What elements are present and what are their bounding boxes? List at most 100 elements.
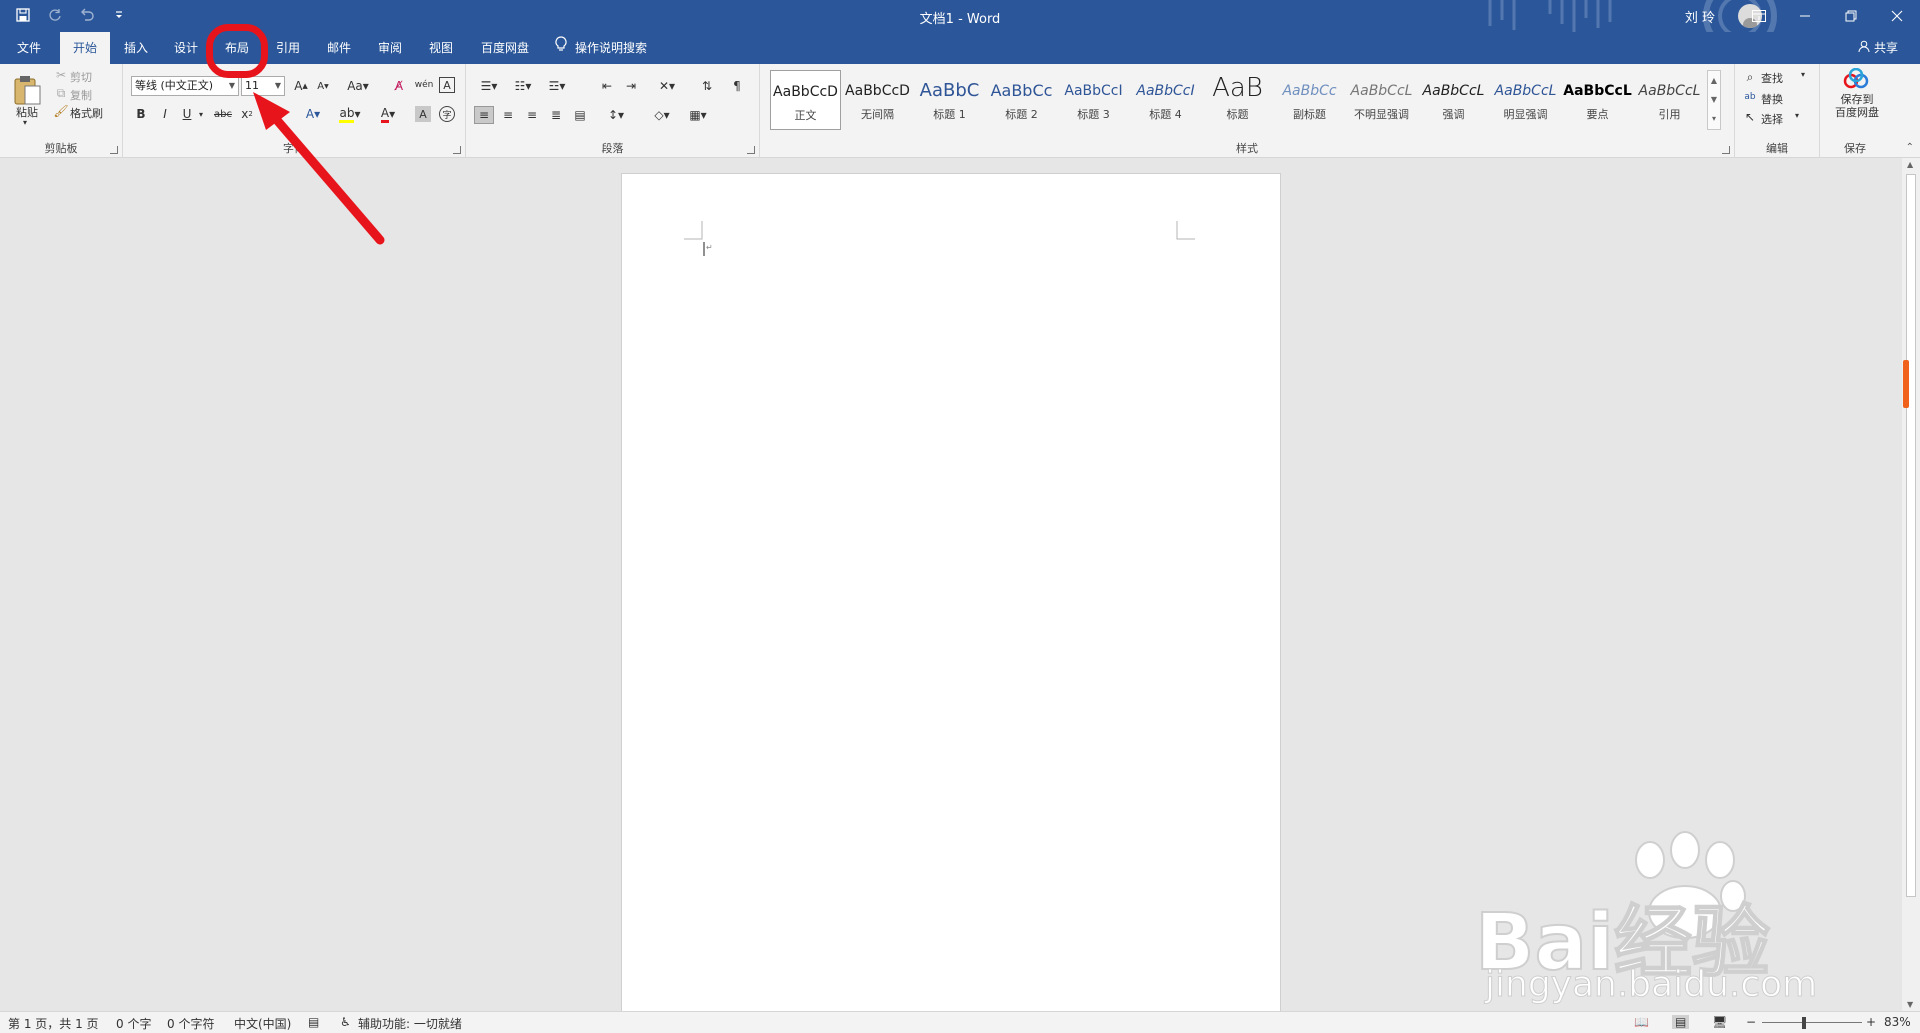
style-subtitle[interactable]: AaBbCc 副标题: [1274, 70, 1345, 130]
style-intense-emphasis[interactable]: AaBbCcL 明显强调: [1490, 70, 1561, 130]
borders-icon[interactable]: ▦▾: [684, 106, 712, 124]
watermark-url: jingyan.baidu.com: [1484, 964, 1818, 1006]
styles-launcher-icon[interactable]: [1722, 146, 1730, 154]
status-words[interactable]: 0 个字: [116, 1015, 151, 1032]
style-quote[interactable]: AaBbCcL 引用: [1634, 70, 1705, 130]
zoom-out-icon[interactable]: −: [1746, 1015, 1756, 1029]
macro-record-icon[interactable]: ▤: [308, 1015, 319, 1029]
select-dropdown-icon[interactable]: ▾: [1795, 111, 1799, 120]
style-name: 明显强调: [1503, 108, 1548, 121]
style-sample: AaBbCcI: [1064, 83, 1123, 99]
vertical-scrollbar[interactable]: ▲ ▼: [1902, 158, 1920, 1011]
style-name: 正文: [794, 109, 817, 122]
scroll-up-icon[interactable]: ▲: [1907, 160, 1913, 169]
style-heading-2[interactable]: AaBbCc 标题 2: [986, 70, 1057, 130]
window-controls: [1736, 0, 1920, 32]
multilevel-list-icon[interactable]: ☲▾: [544, 78, 570, 94]
align-center-icon[interactable]: ≡: [498, 106, 518, 124]
paragraph-group-label: 段落: [601, 142, 624, 155]
save-to-netdisk-button[interactable]: 保存到 百度网盘: [1828, 93, 1886, 119]
style-heading-3[interactable]: AaBbCcI 标题 3: [1058, 70, 1129, 130]
style-normal[interactable]: AaBbCcD 正文: [770, 70, 841, 130]
find-icon: ⌕: [1746, 69, 1754, 84]
style-sample: AaBbCcL: [1422, 83, 1485, 99]
style-strong[interactable]: AaBbCcL 要点: [1562, 70, 1633, 130]
select-button[interactable]: 选择: [1761, 111, 1783, 127]
minimize-icon[interactable]: [1782, 0, 1828, 32]
align-right-icon[interactable]: ≡: [522, 106, 542, 124]
align-left-icon[interactable]: ≡: [474, 106, 494, 124]
enclose-characters-icon[interactable]: 字: [439, 106, 455, 122]
increase-indent-icon[interactable]: ⇥: [622, 78, 640, 94]
collapse-ribbon-icon[interactable]: ⌃: [1906, 142, 1914, 153]
style-sample: AaBbCcL: [1563, 83, 1632, 99]
find-button[interactable]: 查找: [1761, 70, 1783, 86]
tab-view[interactable]: 视图: [419, 32, 463, 64]
zoom-slider[interactable]: [1762, 1022, 1862, 1023]
font-launcher-icon[interactable]: [453, 146, 461, 154]
save-group: 保存到 百度网盘 保存: [1820, 64, 1890, 158]
show-marks-icon[interactable]: ¶: [728, 78, 746, 94]
user-name[interactable]: 刘 玲: [1685, 7, 1715, 26]
ribbon-display-icon[interactable]: [1736, 0, 1782, 32]
status-accessibility[interactable]: 辅助功能: 一切就绪: [358, 1015, 462, 1032]
style-no-spacing[interactable]: AaBbCcD 无间隔: [842, 70, 913, 130]
justify-icon[interactable]: ≣: [546, 106, 566, 124]
style-heading-4[interactable]: AaBbCcI 标题 4: [1130, 70, 1201, 130]
status-page[interactable]: 第 1 页，共 1 页: [8, 1015, 99, 1032]
style-sample: AaBbCcI: [1136, 83, 1195, 99]
numbering-icon[interactable]: ☷▾: [510, 78, 536, 94]
style-name: 不明显强调: [1354, 108, 1409, 121]
replace-button[interactable]: 替换: [1761, 91, 1783, 107]
chinese-layout-icon[interactable]: ✕▾: [654, 78, 680, 94]
lightbulb-icon: [555, 32, 567, 64]
gallery-down-icon[interactable]: ▼: [1708, 90, 1720, 109]
tell-me-search[interactable]: 操作说明搜索: [555, 32, 647, 64]
status-chars[interactable]: 0 个字符: [167, 1015, 214, 1032]
baidu-netdisk-icon[interactable]: [1842, 68, 1870, 92]
editing-group: ⌕ 查找 ▾ ab 替换 ↖ 选择 ▾ 编辑: [1735, 64, 1820, 158]
line-spacing-icon[interactable]: ↕▾: [602, 106, 630, 124]
style-name: 要点: [1586, 108, 1609, 121]
save-group-label: 保存: [1844, 142, 1866, 155]
tell-me-label: 操作说明搜索: [575, 41, 648, 55]
status-bar: 第 1 页，共 1 页 0 个字 0 个字符 中文(中国) ▤ ♿ 辅助功能: …: [0, 1011, 1920, 1033]
zoom-slider-thumb[interactable]: [1802, 1017, 1806, 1029]
accessibility-icon: ♿: [340, 1015, 351, 1029]
bullets-icon[interactable]: ☰▾: [476, 78, 502, 94]
styles-group-label: 样式: [1236, 142, 1258, 155]
web-layout-icon[interactable]: 🖥: [1712, 1015, 1727, 1029]
tab-baidu-netdisk[interactable]: 百度网盘: [470, 32, 540, 64]
distributed-icon[interactable]: ▤: [570, 106, 590, 124]
zoom-level[interactable]: 83%: [1884, 1015, 1911, 1029]
style-subtle-emphasis[interactable]: AaBbCcL 不明显强调: [1346, 70, 1417, 130]
style-emphasis[interactable]: AaBbCcL 强调: [1418, 70, 1489, 130]
decrease-indent-icon[interactable]: ⇤: [598, 78, 616, 94]
document-page[interactable]: ↵: [621, 173, 1281, 1013]
gallery-up-icon[interactable]: ▲: [1708, 71, 1720, 90]
style-sample: AaBbCcD: [845, 83, 910, 99]
close-icon[interactable]: [1874, 0, 1920, 32]
zoom-in-icon[interactable]: +: [1866, 1015, 1876, 1029]
scroll-down-icon[interactable]: ▼: [1907, 1000, 1913, 1009]
scroll-thumb[interactable]: [1906, 174, 1916, 897]
style-sample: AaBbCcL: [1494, 83, 1557, 99]
style-sample: AaB: [1212, 74, 1263, 102]
read-mode-icon[interactable]: 📖: [1634, 1015, 1649, 1029]
restore-icon[interactable]: [1828, 0, 1874, 32]
share-button[interactable]: 共享: [1858, 32, 1898, 64]
style-sample: AaBbCc: [990, 81, 1053, 100]
style-sample: AaBbC: [919, 80, 980, 101]
find-dropdown-icon[interactable]: ▾: [1801, 70, 1805, 79]
status-language[interactable]: 中文(中国): [234, 1015, 291, 1032]
character-border-icon[interactable]: A: [439, 77, 455, 93]
shading-icon[interactable]: ◇▾: [648, 106, 676, 124]
print-layout-icon[interactable]: ▤: [1672, 1015, 1690, 1029]
paragraph-launcher-icon[interactable]: [747, 146, 755, 154]
style-title[interactable]: AaB 标题: [1202, 70, 1273, 130]
sort-icon[interactable]: ⇅: [698, 78, 716, 94]
margin-corner-marks: ↵: [684, 221, 1195, 256]
gallery-more-icon[interactable]: ▾: [1708, 109, 1720, 128]
styles-gallery-scroll[interactable]: ▲ ▼ ▾: [1707, 70, 1721, 130]
style-heading-1[interactable]: AaBbC 标题 1: [914, 70, 985, 130]
